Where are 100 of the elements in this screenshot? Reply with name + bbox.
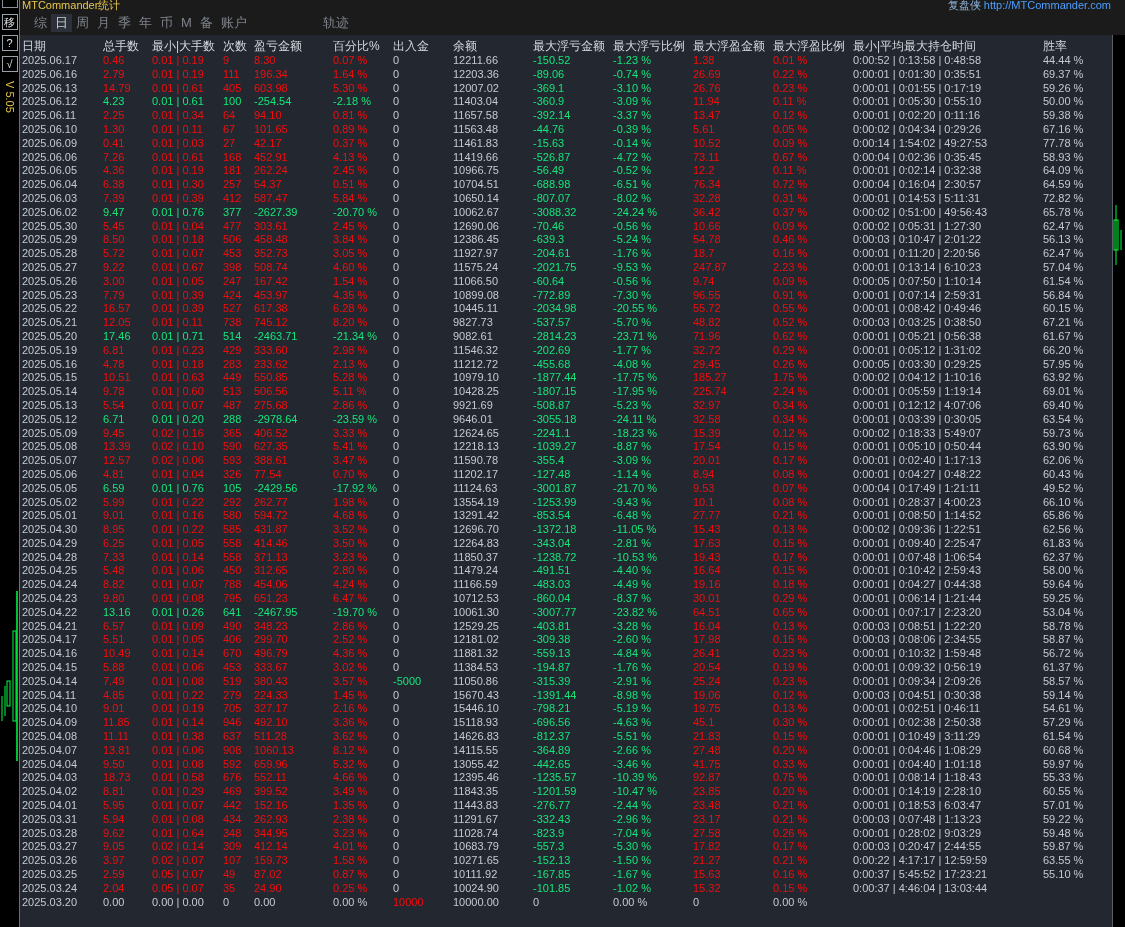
table-cell-text: -17.92 % [333, 481, 379, 496]
table-cell-text: 10000.00 [453, 895, 500, 910]
tab[interactable]: 账户 [216, 14, 251, 32]
table-cell-text: 0.00 % [333, 895, 369, 910]
table-cell-text: 92.87 [693, 771, 722, 786]
table-cell-text: 0 [393, 619, 401, 634]
tab[interactable]: 月 [93, 14, 114, 32]
table-cell-text: -6.48 % [613, 509, 652, 524]
table-cell-text: 0:00:01 | 0:02:40 | 1:17:13 [853, 454, 983, 468]
side-button[interactable]: ? [1, 35, 18, 51]
table-cell-text: 0.20 % [773, 743, 809, 758]
table-cell-text: 0.01 | 0.11 [152, 316, 204, 330]
table-cell-text: 0 [393, 881, 401, 896]
table-cell-text: -23.59 % [333, 412, 379, 427]
table-cell-text: 0.75 % [773, 771, 809, 786]
table-cell-text: 105 [223, 481, 243, 496]
column-header: 百分比% [333, 38, 381, 55]
table-cell-text: 0:00:01 | 0:06:14 | 1:21:44 [853, 592, 983, 606]
table-cell-text: 10650.14 [453, 191, 500, 206]
tab[interactable]: 年 [135, 14, 156, 32]
table-cell-text: 0 [393, 688, 401, 703]
table-cell-text: 14115.55 [453, 743, 500, 758]
table-cell-text: 5.61 [693, 123, 716, 137]
table-cell-text: 6.71 [103, 412, 126, 427]
table-cell-text: -1.50 % [613, 854, 652, 868]
table-cell-text: -2.81 % [613, 536, 652, 551]
table-cell-text: 0.11 % [773, 164, 808, 179]
table-cell-text: 388.61 [254, 454, 289, 468]
table-cell-text: 0:00:01 | 0:12:12 | 4:07:06 [853, 398, 983, 413]
tab[interactable]: 币 [156, 14, 177, 32]
table-cell-text: 0.62 % [773, 329, 809, 344]
table-cell-text: 0.72 % [773, 178, 809, 192]
table-cell-text: 9827.73 [453, 316, 494, 330]
side-button[interactable]: √ [1, 56, 18, 72]
table-cell-text: 59.22 % [1043, 812, 1085, 827]
tab[interactable]: 周 [72, 14, 93, 32]
table-cell-text: 54.78 [693, 233, 722, 248]
table-cell-text: -2034.98 [533, 302, 578, 317]
tab[interactable]: 日 [51, 14, 72, 32]
table-cell-text: 1.54 % [333, 274, 369, 289]
table-cell-text: -639.3 [533, 233, 566, 248]
table-cell-text: 0 [393, 523, 401, 537]
tab[interactable]: 季 [114, 14, 135, 32]
table-cell-text: 73.11 [693, 150, 721, 165]
table-cell-text: -537.57 [533, 316, 572, 330]
table-cell-text: 0.01 | 0.39 [152, 191, 205, 206]
table-cell-text: 67 [223, 123, 237, 137]
table-cell-text: 2025.04.23 [22, 592, 79, 606]
table-cell-text: 0 [393, 454, 401, 468]
table-cell-text: 0.02 | 0.06 [152, 454, 205, 468]
table-cell-text: 0:00:03 | 0:08:51 | 1:22:20 [853, 619, 983, 634]
table-cell-text: 11443.83 [453, 799, 500, 813]
table-cell-text: 0.01 | 0.23 [152, 343, 205, 358]
side-button[interactable]: 移 [1, 14, 18, 30]
table-cell-text: 0.41 [103, 136, 126, 151]
table-cell-text: 0 [393, 357, 401, 372]
table-cell-text: 8.30 [254, 54, 277, 68]
table-cell-text: 0:00:01 | 0:05:21 | 0:56:38 [853, 329, 983, 344]
table-cell-text: -0.56 % [613, 219, 652, 234]
table-cell-text: 13554.19 [453, 495, 500, 510]
tab[interactable]: 备 [195, 14, 217, 32]
table-cell-text: 55.10 % [1043, 868, 1085, 882]
table-cell-text: 0 [393, 123, 401, 137]
table-cell-text: -17.75 % [613, 371, 659, 386]
table-cell-text: 8.94 [693, 467, 716, 482]
table-cell-text: 59.64 % [1043, 578, 1085, 593]
table-cell-text: 0.12 % [773, 109, 809, 123]
table-cell-text: 0 [393, 495, 401, 510]
tab[interactable]: 轨迹 [318, 14, 353, 32]
table-cell-text: 1.98 % [333, 495, 369, 510]
table-cell-text: 2025.06.03 [22, 191, 79, 206]
table-cell-text: 9.78 [103, 385, 126, 399]
table-cell-text: 12529.25 [453, 619, 500, 634]
table-cell-text: 2025.04.25 [22, 564, 79, 579]
table-cell-text: 377 [223, 205, 243, 220]
table-cell-text: 0:00:03 | 0:10:47 | 2:01:22 [853, 233, 983, 248]
table-cell-text: 0:00:01 | 0:07:48 | 1:06:54 [853, 550, 983, 565]
table-cell-text: 0.01 | 0.19 [152, 702, 205, 717]
table-cell-text: 2025.05.19 [22, 343, 79, 358]
table-cell-text: 10062.67 [453, 205, 500, 220]
table-cell-text: 398 [223, 260, 243, 275]
table-cell-text: 2025.06.12 [22, 95, 79, 110]
table-cell-text: 0:00:01 | 0:07:17 | 2:23:20 [853, 605, 983, 620]
table-cell-text: 0.13 % [773, 523, 809, 537]
table-cell-text: 11202.17 [453, 467, 500, 482]
table-cell-text: -21.34 % [333, 329, 379, 344]
table-cell-text: 0:00:01 | 0:08:50 | 1:14:52 [853, 509, 983, 524]
table-cell-text: 1.30 [103, 123, 126, 137]
table-cell-text: 56.13 % [1043, 233, 1085, 248]
table-cell-text: 0.23 % [773, 674, 809, 689]
website-link[interactable]: http://MTCommander.com [983, 0, 1111, 12]
tab[interactable]: 综 [30, 14, 51, 32]
tab[interactable]: M [177, 14, 196, 32]
table-cell-text: 0:00:01 | 0:02:14 | 0:32:38 [853, 164, 983, 179]
table-cell-text: 0.08 % [773, 467, 809, 482]
table-cell-text: 19.43 [693, 550, 722, 565]
table-cell-text: 10024.90 [453, 881, 500, 896]
table-cell-text: -0.74 % [613, 67, 652, 82]
table-cell-text: 0 [393, 233, 401, 248]
table-cell-text: 5.41 % [333, 440, 369, 455]
